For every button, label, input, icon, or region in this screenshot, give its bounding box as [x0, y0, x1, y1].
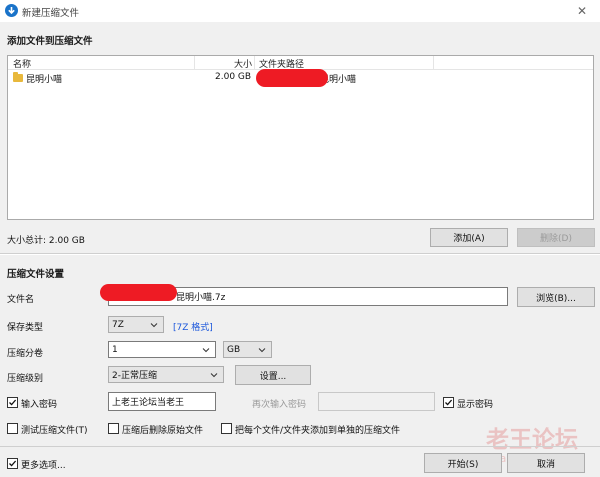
password-checkbox[interactable]: [7, 397, 18, 408]
save-type-value: 7Z: [112, 319, 124, 330]
settings-button[interactable]: 设置...: [235, 365, 311, 385]
reenter-password-input[interactable]: [318, 392, 435, 411]
redaction-mark: [100, 284, 177, 301]
password-value: 上老王论坛当老王: [112, 398, 185, 408]
close-icon[interactable]: ✕: [570, 1, 594, 21]
split-unit-value: GB: [227, 344, 241, 355]
split-label: 压缩分卷: [7, 349, 44, 359]
password-input[interactable]: 上老王论坛当老王: [108, 392, 216, 411]
app-icon: [5, 4, 18, 17]
row-size: 2.00 GB: [215, 72, 252, 82]
window-title: 新建压缩文件: [22, 8, 80, 19]
more-options-checkbox[interactable]: [7, 458, 18, 469]
delete-after-label: 压缩后删除原始文件: [122, 426, 204, 436]
checkmark-icon: [9, 399, 17, 406]
title-bar: [0, 0, 600, 22]
format-link[interactable]: [7Z 格式]: [173, 320, 213, 333]
folder-icon: [13, 72, 23, 82]
show-password-label: 显示密码: [457, 400, 494, 410]
more-options-label: 更多选项...: [21, 461, 66, 471]
chevron-down-icon: [258, 348, 266, 353]
level-label: 压缩级别: [7, 374, 44, 384]
split-select[interactable]: 1: [108, 341, 216, 358]
test-archive-label: 测试压缩文件(T): [21, 426, 88, 436]
separate-archives-checkbox[interactable]: [221, 423, 232, 434]
divider: [0, 254, 600, 255]
save-type-label: 保存类型: [7, 323, 44, 333]
password-label: 输入密码: [21, 400, 58, 410]
watermark-text: 老王论坛: [486, 427, 578, 453]
redaction-mark: [256, 69, 328, 87]
show-password-checkbox[interactable]: [443, 397, 454, 408]
level-value: 2-正常压缩: [112, 371, 157, 381]
divider: [0, 446, 600, 447]
chevron-down-icon: [150, 323, 158, 328]
file-list[interactable]: 名称 大小 文件夹路径 昆明小喵 2.00 GB 昆明小喵: [7, 55, 594, 220]
total-size-label: 大小总计: 2.00 GB: [7, 236, 85, 246]
cancel-button[interactable]: 取消: [507, 453, 585, 473]
column-name-header[interactable]: 名称: [13, 57, 31, 70]
chevron-down-icon: [202, 348, 210, 353]
column-size-header[interactable]: 大小: [234, 57, 252, 70]
header-separator: [194, 56, 195, 70]
filename-value: 昆明小喵.7z: [176, 293, 226, 303]
remove-button[interactable]: 删除(D): [517, 228, 595, 247]
add-section-title: 添加文件到压缩文件: [7, 36, 93, 47]
settings-section-title: 压缩文件设置: [7, 269, 65, 280]
header-separator: [433, 56, 434, 70]
browse-button[interactable]: 浏览(B)...: [517, 287, 595, 307]
start-button[interactable]: 开始(S): [424, 453, 502, 473]
add-button[interactable]: 添加(A): [430, 228, 508, 247]
split-unit-select[interactable]: GB: [223, 341, 272, 358]
checkmark-icon: [445, 399, 453, 406]
filename-label: 文件名: [7, 295, 35, 305]
header-separator: [254, 56, 255, 70]
split-value: 1: [112, 344, 118, 355]
test-archive-checkbox[interactable]: [7, 423, 18, 434]
chevron-down-icon: [210, 373, 218, 378]
reenter-password-label: 再次输入密码: [252, 400, 307, 410]
delete-after-checkbox[interactable]: [108, 423, 119, 434]
separate-archives-label: 把每个文件/文件夹添加到单独的压缩文件: [235, 426, 401, 436]
row-name[interactable]: 昆明小喵: [26, 72, 62, 85]
level-select[interactable]: 2-正常压缩: [108, 366, 224, 383]
save-type-select[interactable]: 7Z: [108, 316, 164, 333]
checkmark-icon: [9, 460, 17, 467]
